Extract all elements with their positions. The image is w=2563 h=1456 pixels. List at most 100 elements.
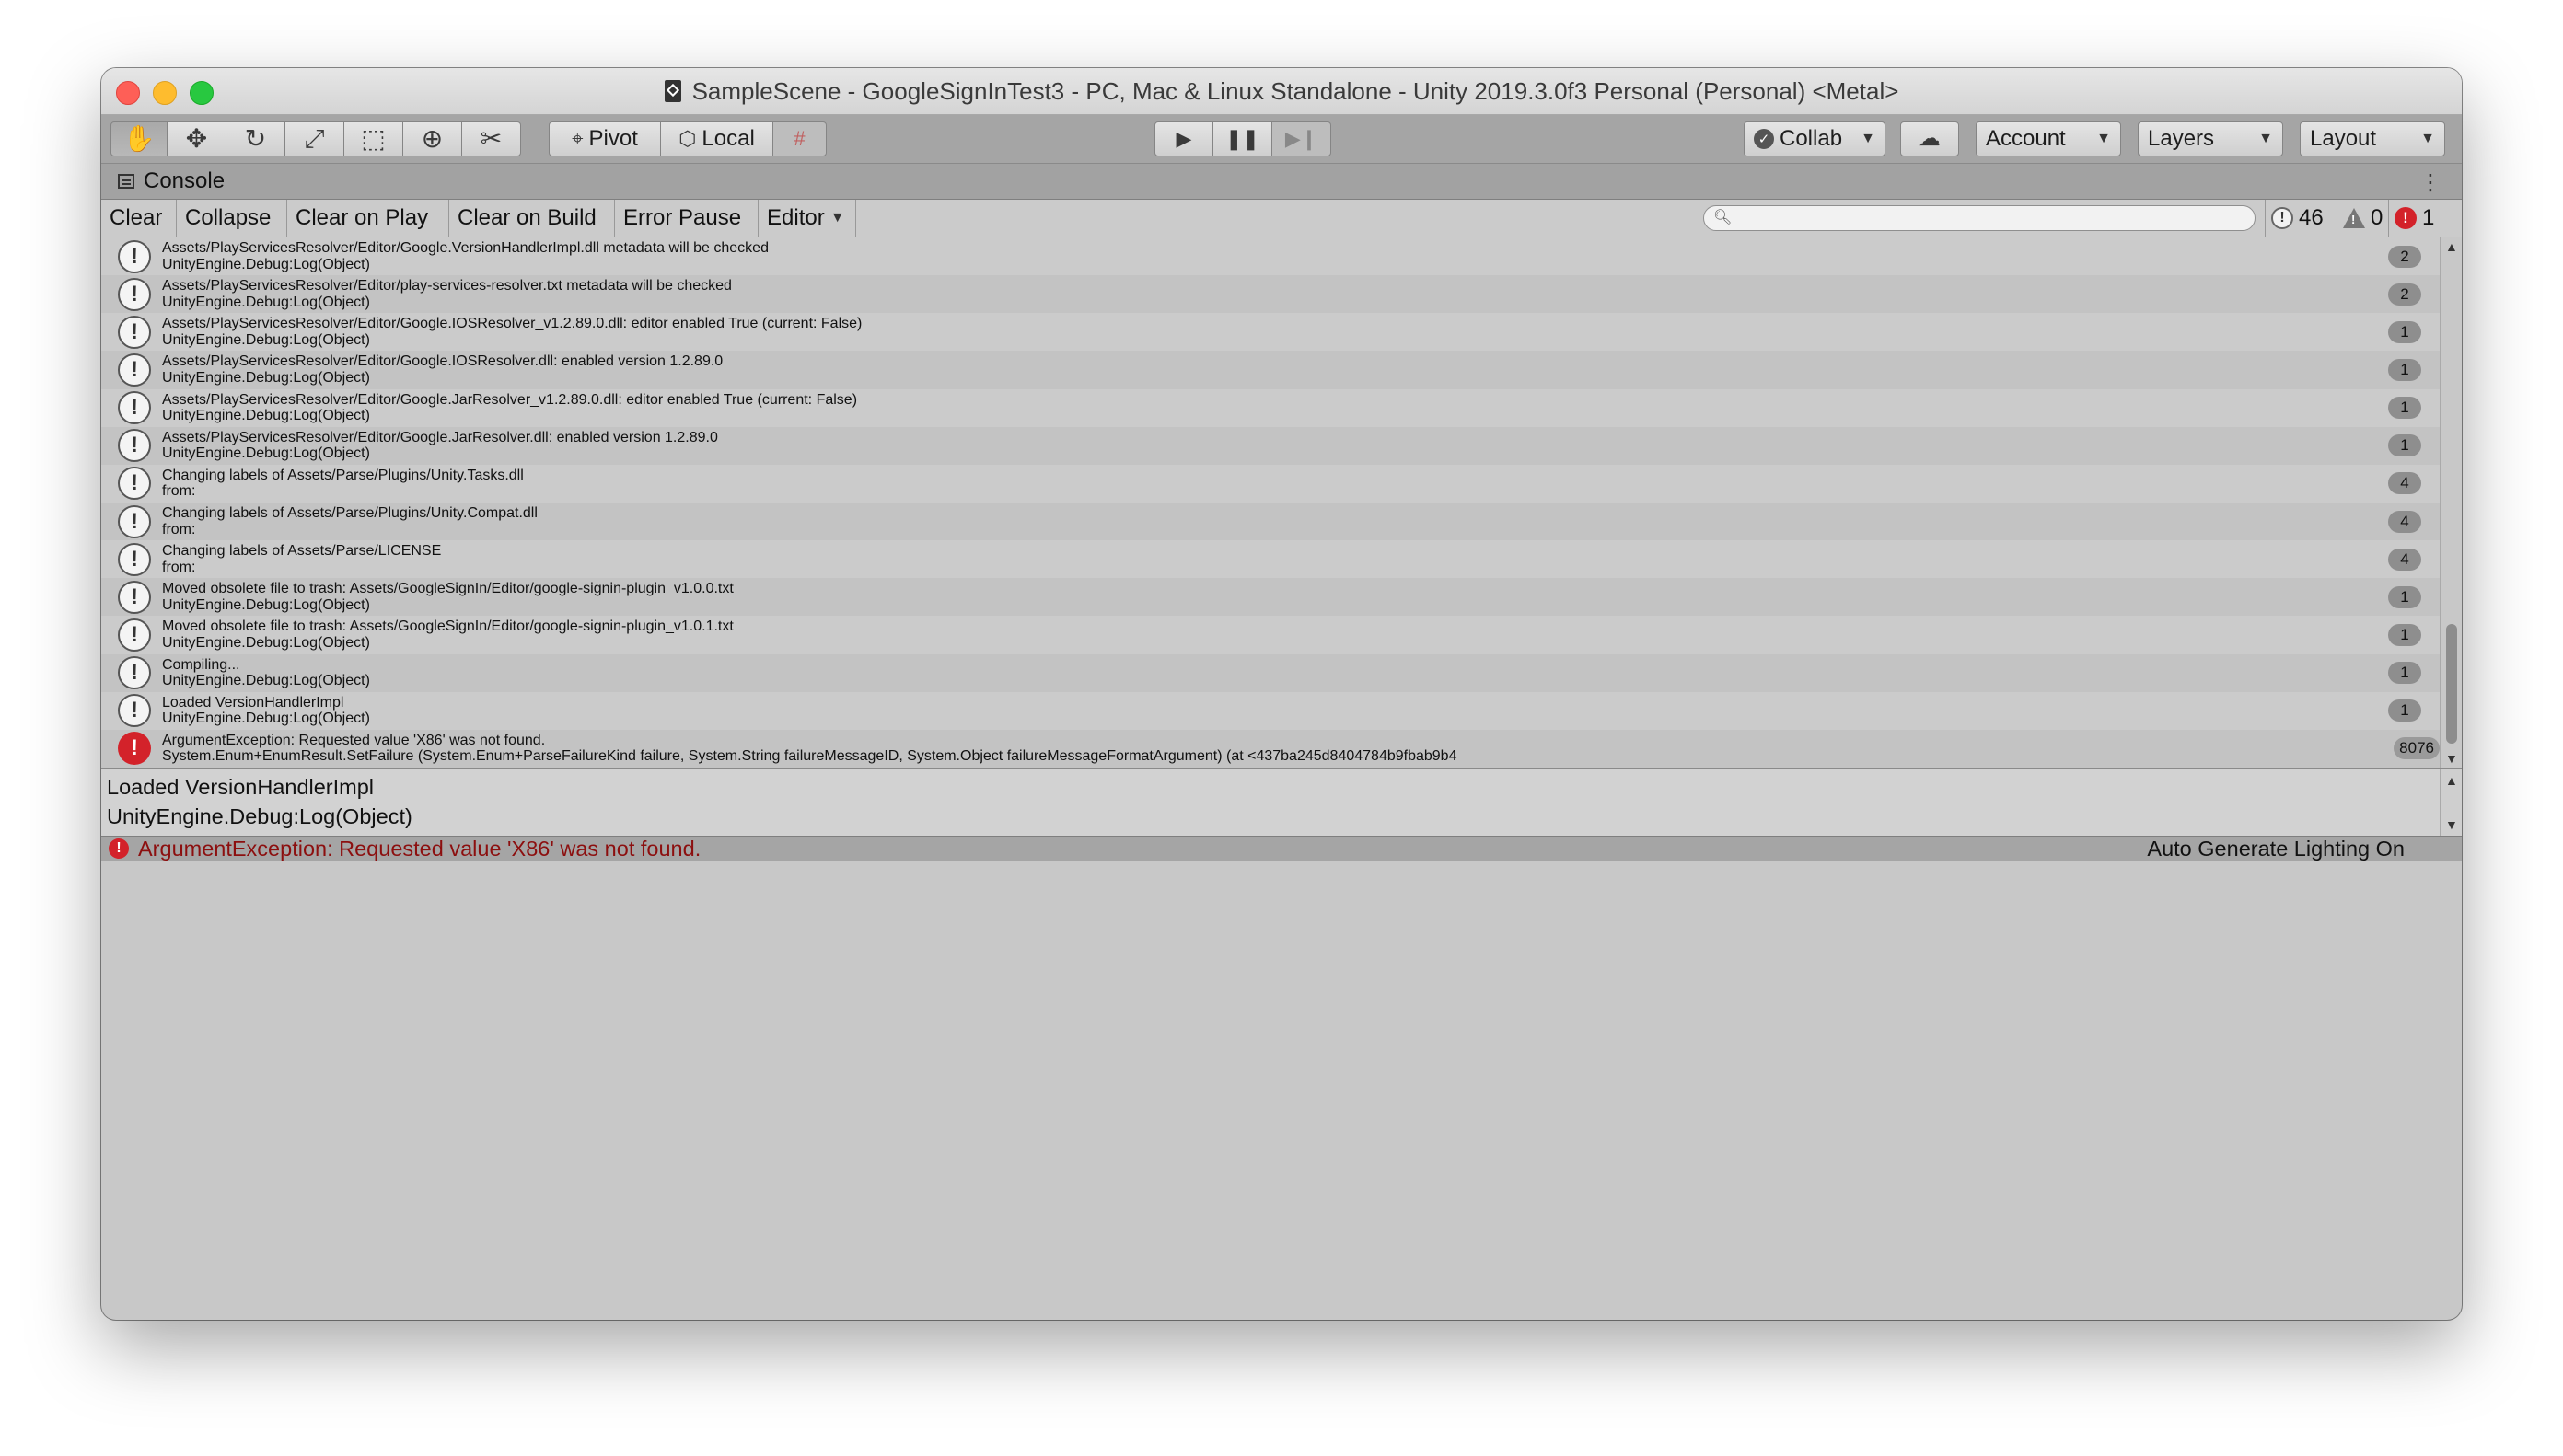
collab-group: ✓ Collab ▼ xyxy=(1744,121,1885,156)
layout-group: Layout ▼ xyxy=(2300,121,2445,156)
more-options-icon[interactable]: ⋮ xyxy=(2419,169,2441,196)
warning-count-toggle[interactable]: ! 0 xyxy=(2337,200,2388,237)
log-entry[interactable]: ! Assets/PlayServicesResolver/Editor/Goog… xyxy=(101,351,2440,389)
log-count-badge: 1 xyxy=(2388,662,2421,685)
log-stacktrace: from: xyxy=(162,559,196,575)
scroll-up-icon[interactable]: ▲ xyxy=(2445,239,2458,254)
layout-dropdown[interactable]: Layout ▼ xyxy=(2300,121,2445,156)
log-list-scrollbar[interactable]: ▲ ▼ xyxy=(2440,237,2462,768)
editor-dropdown[interactable]: Editor ▼ xyxy=(759,200,856,237)
info-message-icon: ! xyxy=(118,352,151,387)
error-count-toggle[interactable]: ! 1 xyxy=(2388,200,2462,237)
play-button[interactable]: ▶ xyxy=(1154,121,1213,156)
log-message: Changing labels of Assets/Parse/Plugins/… xyxy=(162,505,538,521)
layers-dropdown[interactable]: Layers ▼ xyxy=(2138,121,2283,156)
log-entry[interactable]: ! Changing labels of Assets/Parse/Plugins… xyxy=(101,464,2440,503)
scroll-down-icon[interactable]: ▼ xyxy=(2445,751,2458,766)
chevron-down-icon: ▼ xyxy=(2258,131,2273,146)
cloud-services-button[interactable]: ☁ xyxy=(1900,121,1959,156)
log-stacktrace: UnityEngine.Debug:Log(Object) xyxy=(162,596,370,613)
info-message-icon: ! xyxy=(118,580,151,614)
layers-label: Layers xyxy=(2148,126,2215,151)
account-dropdown[interactable]: Account ▼ xyxy=(1976,121,2121,156)
log-message: Assets/PlayServicesResolver/Editor/Googl… xyxy=(162,316,863,332)
search-icon: 🔍︎ xyxy=(1713,210,1733,225)
play-icon: ▶ xyxy=(1176,127,1192,150)
clear-on-play-toggle[interactable]: Clear on Play xyxy=(287,200,449,237)
rect-tool-button[interactable]: ⬚ xyxy=(344,121,403,156)
scrollbar-thumb[interactable] xyxy=(2446,624,2457,744)
grid-snap-button[interactable]: # xyxy=(773,121,827,156)
log-message: Compiling... xyxy=(162,656,240,673)
status-message[interactable]: ArgumentException: Requested value 'X86'… xyxy=(138,837,701,861)
console-toolbar: Clear Collapse Clear on Play Clear on Bu… xyxy=(101,200,2462,237)
collapse-toggle[interactable]: Collapse xyxy=(177,200,287,237)
info-message-icon: ! xyxy=(118,277,151,311)
pivot-toggle[interactable]: ⌖ Pivot xyxy=(549,121,661,156)
playback-controls: ▶ ❚❚ ▶❙ xyxy=(1154,121,1331,156)
scroll-up-icon[interactable]: ▲ xyxy=(2445,773,2458,788)
log-message: Changing labels of Assets/Parse/Plugins/… xyxy=(162,467,524,483)
window-title-wrap: SampleScene - GoogleSignInTest3 - PC, Ma… xyxy=(101,68,2462,114)
collab-check-icon: ✓ xyxy=(1754,129,1774,149)
console-search[interactable]: 🔍︎ xyxy=(1703,205,2256,231)
auto-generate-lighting-status[interactable]: Auto Generate Lighting On xyxy=(2147,837,2405,861)
log-entry[interactable]: ! Assets/PlayServicesResolver/Editor/Goog… xyxy=(101,313,2440,352)
transform-tool-button[interactable]: ⊕ xyxy=(403,121,462,156)
log-entry[interactable]: ! Moved obsolete file to trash: Assets/Go… xyxy=(101,616,2440,654)
error-icon: ! xyxy=(2395,207,2417,229)
log-message: Assets/PlayServicesResolver/Editor/play-… xyxy=(162,278,732,295)
log-entry[interactable]: ! Assets/PlayServicesResolver/Editor/Goog… xyxy=(101,237,2440,276)
pivot-label: Pivot xyxy=(588,126,638,151)
detail-scrollbar[interactable]: ▲ ▼ xyxy=(2440,769,2462,836)
log-count-badge: 2 xyxy=(2388,245,2421,268)
info-message-icon: ! xyxy=(118,467,151,501)
log-entry[interactable]: ! Loaded VersionHandlerImpl UnityEngine.De… xyxy=(101,691,2440,730)
local-label: Local xyxy=(702,126,755,151)
info-message-icon: ! xyxy=(118,618,151,652)
rotate-tool-button[interactable]: ↻ xyxy=(226,121,285,156)
main-toolbar: ✋ ✥ ↻ ⤢ ⬚ ⊕ ✂ ⌖ Pivot ⬡ Local # ▶ ❚❚ ▶❙ xyxy=(101,115,2462,164)
scale-tool-button[interactable]: ⤢ xyxy=(285,121,344,156)
log-count-badge: 2 xyxy=(2388,283,2421,306)
log-stacktrace: UnityEngine.Debug:Log(Object) xyxy=(162,673,370,689)
title-bar: SampleScene - GoogleSignInTest3 - PC, Ma… xyxy=(101,68,2462,115)
log-message: Assets/PlayServicesResolver/Editor/Googl… xyxy=(162,240,769,256)
log-count-badge: 8076 xyxy=(2394,737,2440,760)
collab-dropdown[interactable]: ✓ Collab ▼ xyxy=(1744,121,1885,156)
step-icon: ▶❙ xyxy=(1284,127,1318,150)
status-error-icon: ! xyxy=(109,838,129,859)
log-message: Assets/PlayServicesResolver/Editor/Googl… xyxy=(162,391,858,408)
unity-editor-window: SampleScene - GoogleSignInTest3 - PC, Ma… xyxy=(101,68,2462,1320)
log-count-badge: 1 xyxy=(2388,699,2421,722)
step-button[interactable]: ▶❙ xyxy=(1272,121,1331,156)
scroll-down-icon[interactable]: ▼ xyxy=(2445,817,2458,832)
log-count-badge: 1 xyxy=(2388,320,2421,343)
log-entry[interactable]: ! Compiling... UnityEngine.Debug:Log(Objec… xyxy=(101,653,2440,692)
pause-button[interactable]: ❚❚ xyxy=(1213,121,1272,156)
local-toggle[interactable]: ⬡ Local xyxy=(661,121,773,156)
log-detail-pane: Loaded VersionHandlerImpl UnityEngine.De… xyxy=(101,769,2440,836)
error-pause-toggle[interactable]: Error Pause xyxy=(615,200,759,237)
clear-on-build-toggle[interactable]: Clear on Build xyxy=(449,200,615,237)
move-tool-button[interactable]: ✥ xyxy=(168,121,226,156)
log-entry[interactable]: ! Changing labels of Assets/Parse/Plugins… xyxy=(101,503,2440,541)
clear-button[interactable]: Clear xyxy=(101,200,177,237)
info-count-toggle[interactable]: ! 46 xyxy=(2265,200,2337,237)
log-entry[interactable]: ! Assets/PlayServicesResolver/Editor/play… xyxy=(101,275,2440,314)
collab-content: ✓ Collab xyxy=(1754,126,1842,152)
log-stacktrace: from: xyxy=(162,483,196,500)
hand-tool-button[interactable]: ✋ xyxy=(110,121,168,156)
log-entry[interactable]: ! Moved obsolete file to trash: Assets/Go… xyxy=(101,578,2440,617)
log-entry[interactable]: ! ArgumentException: Requested value 'X86… xyxy=(101,729,2440,768)
warning-icon: ! xyxy=(2343,208,2365,228)
log-entry[interactable]: ! Assets/PlayServicesResolver/Editor/Goog… xyxy=(101,388,2440,427)
move-tool-icon: ✥ xyxy=(185,124,208,153)
log-entry[interactable]: ! Assets/PlayServicesResolver/Editor/Goog… xyxy=(101,426,2440,465)
console-tab[interactable]: Console xyxy=(144,168,225,194)
log-entry[interactable]: ! Changing labels of Assets/Parse/LICENSE… xyxy=(101,540,2440,579)
search-input[interactable] xyxy=(1735,208,2245,230)
layers-group: Layers ▼ xyxy=(2138,121,2283,156)
custom-tool-button[interactable]: ✂ xyxy=(462,121,521,156)
log-stacktrace: UnityEngine.Debug:Log(Object) xyxy=(162,711,370,727)
